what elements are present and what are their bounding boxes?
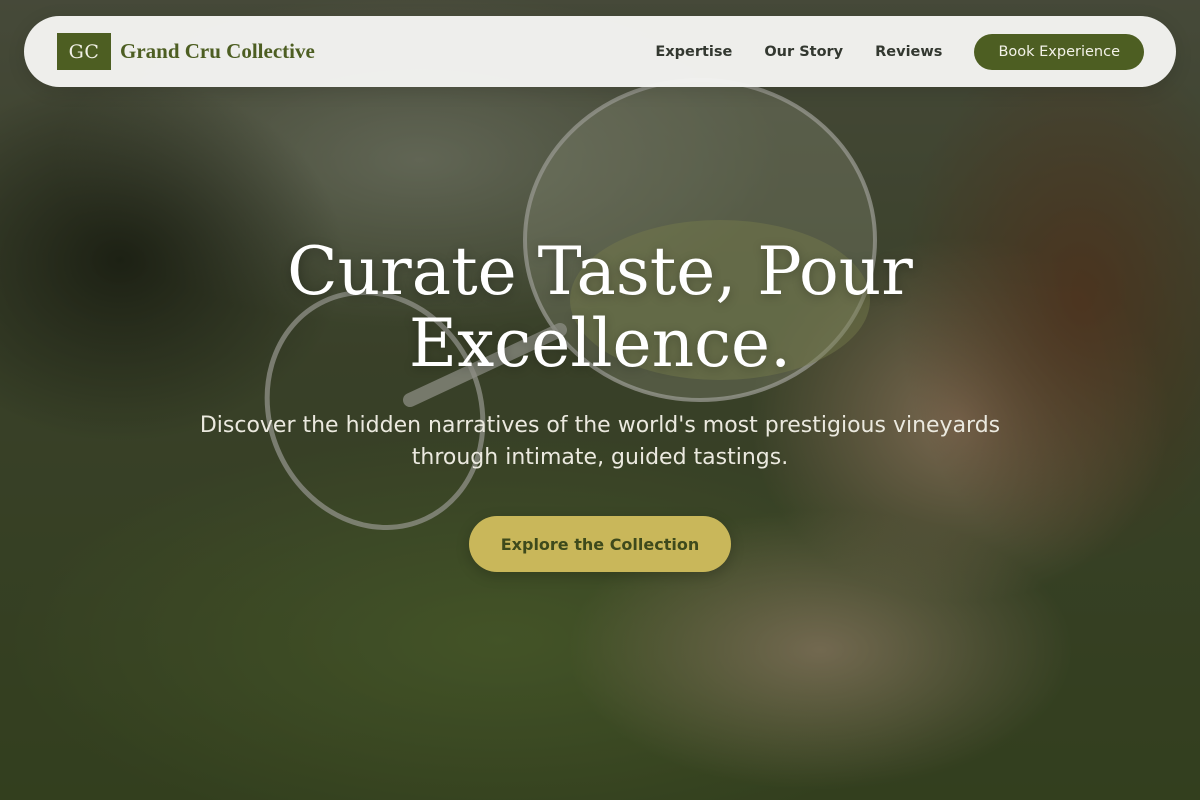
explore-collection-button[interactable]: Explore the Collection — [469, 516, 731, 572]
nav-link-reviews[interactable]: Reviews — [875, 44, 942, 60]
hero-title: Curate Taste, Pour Excellence. — [287, 233, 913, 382]
nav-link-expertise[interactable]: Expertise — [655, 44, 732, 60]
book-experience-button[interactable]: Book Experience — [974, 33, 1144, 70]
brand-name: Grand Cru Collective — [120, 39, 315, 63]
nav-link-our-story[interactable]: Our Story — [764, 44, 843, 60]
hero-subtitle: Discover the hidden narratives of the wo… — [199, 413, 1001, 470]
nav-links: Expertise Our Story Reviews Book Experie… — [655, 33, 1144, 70]
logo-badge: GC — [57, 33, 111, 70]
navbar: GC Grand Cru Collective Expertise Our St… — [24, 16, 1176, 87]
brand[interactable]: GC Grand Cru Collective — [57, 33, 315, 70]
hero-section: Curate Taste, Pour Excellence. Discover … — [0, 236, 1200, 572]
